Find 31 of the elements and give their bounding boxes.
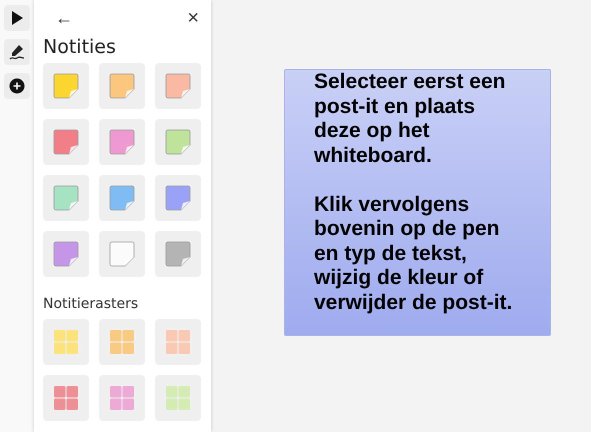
note-grid-option[interactable] xyxy=(99,319,145,365)
add-icon xyxy=(9,78,25,94)
sticky-note-option[interactable] xyxy=(99,175,145,221)
add-tool[interactable] xyxy=(4,73,30,99)
sticky-note-option[interactable] xyxy=(99,231,145,277)
sticky-note-option[interactable] xyxy=(43,175,89,221)
sticky-note-option[interactable] xyxy=(155,119,201,165)
sticky-note-option[interactable] xyxy=(99,63,145,109)
note-grid-option[interactable] xyxy=(43,319,89,365)
close-button[interactable]: × xyxy=(183,6,203,30)
pen-icon xyxy=(8,43,26,61)
sticky-note-option[interactable] xyxy=(43,63,89,109)
note-grid-option[interactable] xyxy=(155,319,201,365)
pointer-icon xyxy=(10,10,24,26)
pointer-tool[interactable] xyxy=(4,5,30,31)
pen-tool[interactable] xyxy=(4,39,30,65)
note-grid-option[interactable] xyxy=(155,375,201,421)
note-text: Selecteer eerst een post-it en plaats deze op het whiteboard. xyxy=(314,70,506,168)
note-grid-option[interactable] xyxy=(43,375,89,421)
back-button[interactable]: ← xyxy=(51,8,77,28)
sticky-note[interactable]: Selecteer eerst een post-it en plaats deze op het whiteboard. Klik vervolgens bovenin op de pen en typ de tekst, wijzig de kleur of verwijder de post-it. xyxy=(284,69,551,336)
panel-title: Notities xyxy=(43,36,117,58)
sticky-note-option[interactable] xyxy=(155,231,201,277)
sticky-note-option[interactable] xyxy=(155,63,201,109)
sticky-note-option[interactable] xyxy=(99,119,145,165)
note-grid-option[interactable] xyxy=(99,375,145,421)
section-title: Notitierasters xyxy=(43,296,140,312)
sticky-note-option[interactable] xyxy=(43,231,89,277)
sticky-note-option[interactable] xyxy=(43,119,89,165)
sticky-note-option[interactable] xyxy=(155,175,201,221)
note-text: Klik vervolgens bovenin op de pen en typ de tekst, wijzig de kleur of verwijder de post-it. xyxy=(314,192,514,315)
